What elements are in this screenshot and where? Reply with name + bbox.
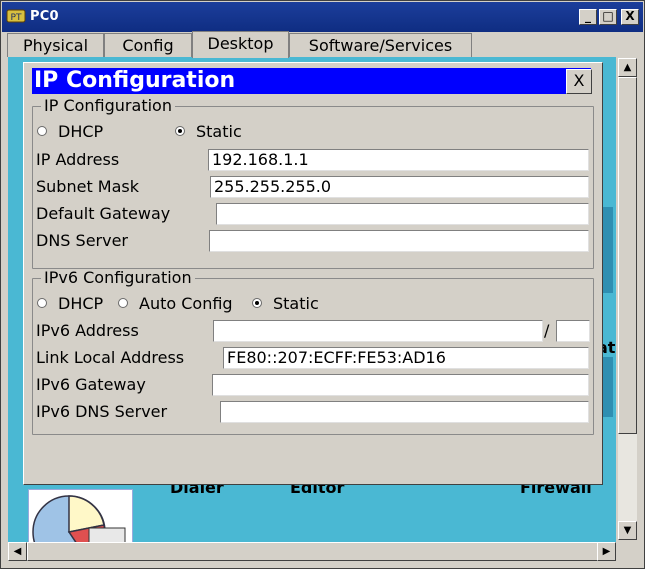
tab-desktop[interactable]: Desktop — [192, 31, 289, 58]
link-local-address-label: Link Local Address — [36, 348, 185, 367]
dns-server-input[interactable] — [209, 230, 589, 252]
dns-server-label: DNS Server — [36, 231, 128, 250]
ipv6-address-label: IPv6 Address — [36, 321, 139, 340]
tab-config[interactable]: Config — [104, 33, 192, 57]
minimize-button[interactable]: _ — [579, 9, 597, 25]
packet-tracer-app-icon: PT — [6, 9, 26, 23]
ipv4-static-radio[interactable] — [175, 126, 185, 136]
subnet-mask-input[interactable]: 255.255.255.0 — [210, 176, 589, 198]
window-title: PC0 — [30, 9, 59, 24]
ip-address-label: IP Address — [36, 150, 120, 169]
horizontal-scrollbar[interactable]: ◀ ▶ — [8, 542, 616, 561]
desktop-app-tile[interactable] — [28, 489, 133, 569]
scroll-down-button[interactable]: ▼ — [618, 521, 637, 540]
ipv6-group-legend: IPv6 Configuration — [41, 269, 195, 287]
ipv6-static-radio[interactable] — [252, 298, 262, 308]
ip-configuration-dialog: IP Configuration X IP Configuration DHCP… — [23, 62, 603, 485]
prefix-separator: / — [544, 321, 550, 340]
ipv6-address-input[interactable] — [213, 320, 543, 342]
ipv6-dhcp-radio[interactable] — [37, 298, 47, 308]
maximize-button[interactable]: □ — [599, 9, 617, 25]
dialog-title: IP Configuration — [34, 68, 236, 93]
dialog-titlebar: IP Configuration — [32, 68, 591, 94]
dialog-close-button[interactable]: X — [566, 69, 592, 94]
ipv6-auto-config-label[interactable]: Auto Config — [139, 294, 233, 314]
window-titlebar[interactable]: PT PC0 _ □ X — [2, 2, 643, 32]
ipv6-dns-server-input[interactable] — [220, 401, 589, 423]
ipv6-prefix-length-input[interactable] — [556, 320, 590, 342]
scroll-left-button[interactable]: ◀ — [8, 542, 27, 561]
ipv4-group-legend: IP Configuration — [41, 97, 175, 115]
scroll-right-button[interactable]: ▶ — [597, 542, 616, 561]
ipv4-static-label[interactable]: Static — [196, 122, 242, 142]
scroll-corner — [618, 542, 637, 561]
default-gateway-label: Default Gateway — [36, 204, 171, 223]
close-window-button[interactable]: X — [621, 9, 639, 25]
ip-address-input[interactable]: 192.168.1.1 — [208, 149, 589, 171]
ipv4-dhcp-label[interactable]: DHCP — [58, 122, 103, 142]
svg-text:PT: PT — [11, 13, 22, 23]
tab-software-services[interactable]: Software/Services — [289, 33, 472, 57]
vertical-scroll-thumb[interactable] — [618, 77, 637, 434]
pc0-window: PT PC0 _ □ X Physical Config Desktop Sof… — [0, 0, 645, 569]
ipv6-static-label[interactable]: Static — [273, 294, 319, 314]
horizontal-scroll-thumb[interactable] — [27, 542, 599, 561]
default-gateway-input[interactable] — [216, 203, 589, 225]
subnet-mask-label: Subnet Mask — [36, 177, 140, 196]
link-local-address-input[interactable]: FE80::207:ECFF:FE53:AD16 — [223, 347, 589, 369]
tab-strip: Physical Config Desktop Software/Service… — [5, 31, 645, 58]
scroll-up-button[interactable]: ▲ — [618, 58, 637, 77]
ipv4-dhcp-radio[interactable] — [37, 126, 47, 136]
vertical-scrollbar[interactable]: ▲ ▼ — [618, 58, 637, 540]
tab-physical[interactable]: Physical — [7, 33, 104, 57]
ipv6-dhcp-label[interactable]: DHCP — [58, 294, 103, 314]
pie-chart-icon — [32, 495, 126, 569]
ipv6-gateway-label: IPv6 Gateway — [36, 375, 146, 394]
ipv6-gateway-input[interactable] — [212, 374, 589, 396]
ipv6-auto-config-radio[interactable] — [118, 298, 128, 308]
ipv6-dns-server-label: IPv6 DNS Server — [36, 402, 168, 421]
